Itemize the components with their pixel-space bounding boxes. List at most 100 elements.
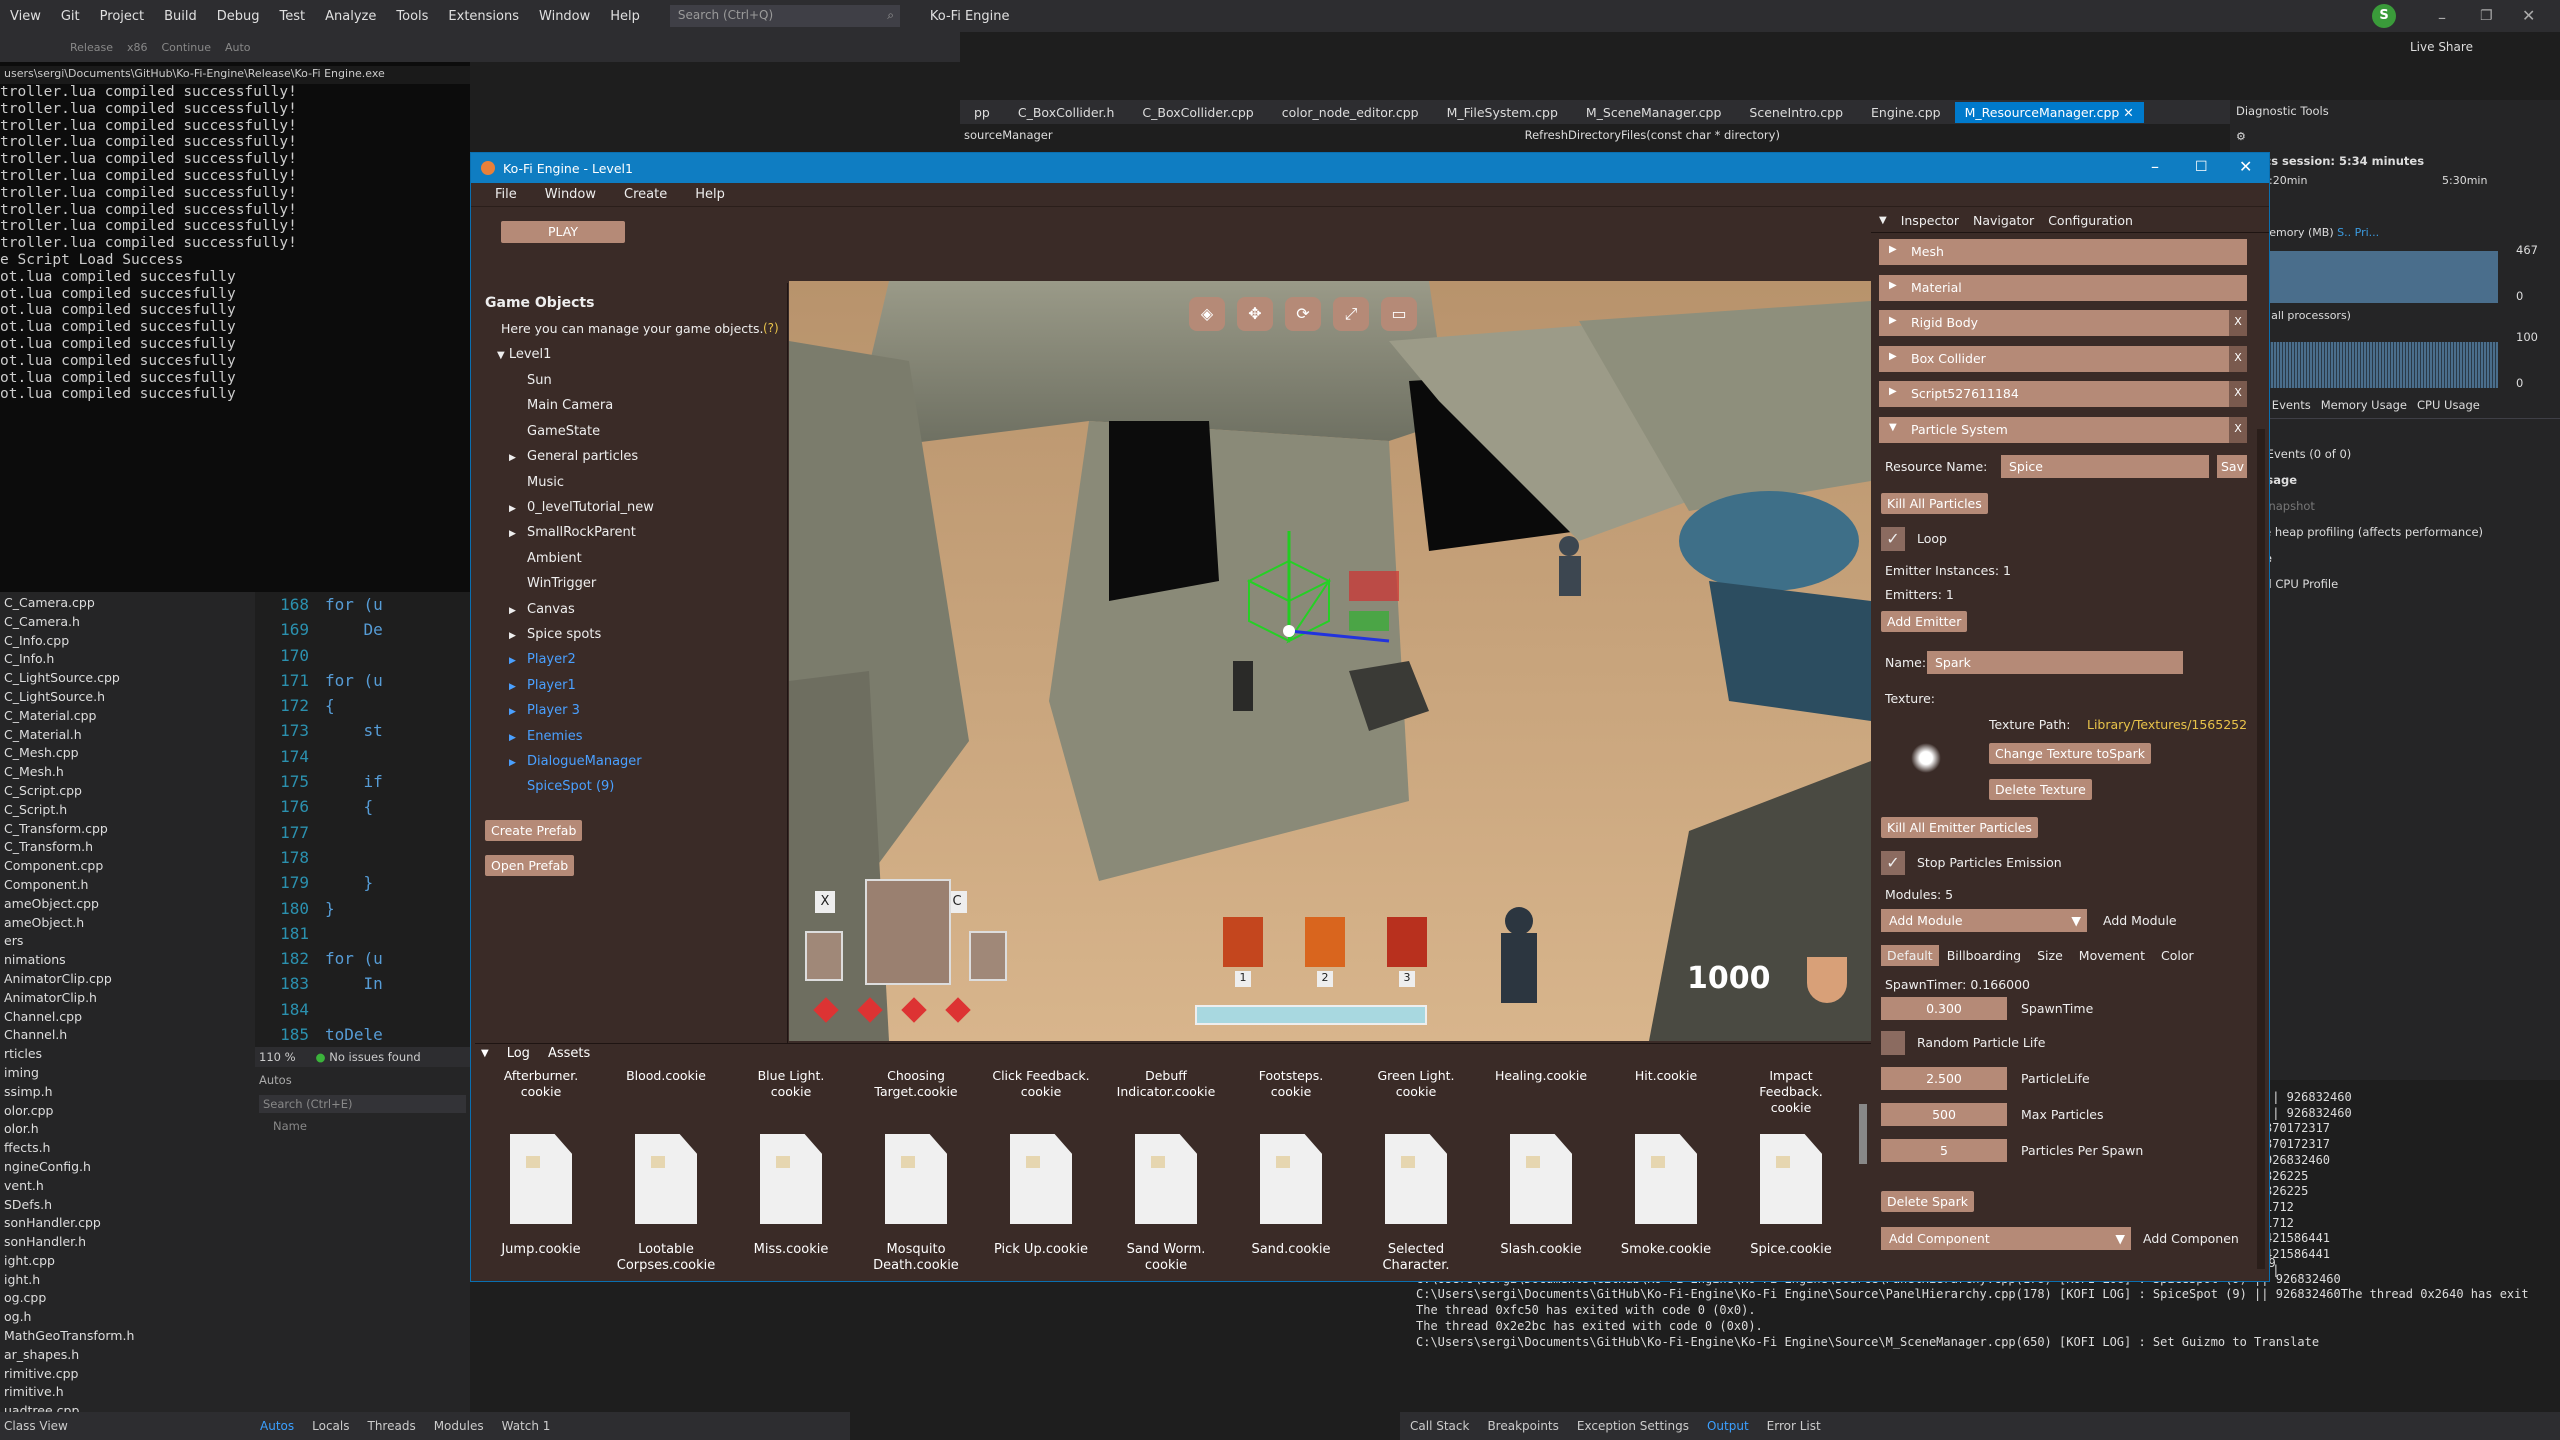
- tree-item[interactable]: ▶ Player2: [509, 652, 576, 667]
- emitter-name-input[interactable]: Spark: [1927, 651, 2183, 674]
- solution-item[interactable]: AnimatorClip.h: [0, 989, 255, 1008]
- menu-file[interactable]: File: [495, 187, 517, 202]
- tree-root[interactable]: ▼ Level1: [497, 347, 551, 362]
- tab-modules[interactable]: Modules: [434, 1419, 484, 1433]
- menu-tools[interactable]: Tools: [386, 9, 438, 24]
- menu-test[interactable]: Test: [270, 9, 316, 24]
- menu-view[interactable]: View: [0, 9, 51, 24]
- tree-item[interactable]: ▶ DialogueManager: [509, 754, 642, 769]
- component-script[interactable]: ▶ Script527611184 X: [1879, 381, 2247, 407]
- menu-debug[interactable]: Debug: [207, 9, 270, 24]
- tab-error-list[interactable]: Error List: [1767, 1419, 1821, 1433]
- component-boxcollider[interactable]: ▶ Box Collider X: [1879, 346, 2247, 372]
- solution-item[interactable]: ffects.h: [0, 1139, 255, 1158]
- maximize-icon[interactable]: ☐: [2195, 159, 2208, 175]
- play-button[interactable]: PLAY: [501, 221, 625, 243]
- solution-item[interactable]: ssimp.h: [0, 1083, 255, 1102]
- tab-file-6[interactable]: SceneIntro.cpp: [1735, 105, 1857, 120]
- asset-item[interactable]: Selected Character.: [1354, 1134, 1478, 1274]
- cube-icon[interactable]: ◈: [1189, 297, 1225, 331]
- close-icon[interactable]: ✕: [2522, 6, 2535, 25]
- component-mesh[interactable]: ▶ Mesh: [1879, 239, 2247, 265]
- resource-name-input[interactable]: Spice: [2001, 455, 2209, 478]
- remove-component-button[interactable]: X: [2229, 310, 2247, 336]
- tab-call-stack[interactable]: Call Stack: [1410, 1419, 1469, 1433]
- asset-item[interactable]: Sand Worm. cookie: [1104, 1134, 1228, 1274]
- record-cpu-button[interactable]: Record CPU Profile: [2230, 571, 2560, 597]
- continue-button[interactable]: Continue: [162, 41, 211, 54]
- minimize-icon[interactable]: –: [2151, 157, 2159, 176]
- solution-item[interactable]: Component.cpp: [0, 857, 255, 876]
- assets-scrollbar[interactable]: [1859, 1104, 1867, 1164]
- tab-file-4[interactable]: M_FileSystem.cpp: [1433, 105, 1572, 120]
- solution-item[interactable]: C_Script.h: [0, 801, 255, 820]
- solution-item[interactable]: rimitive.cpp: [0, 1365, 255, 1384]
- heap-profiling-checkbox[interactable]: Enable heap profiling (affects performan…: [2230, 519, 2560, 545]
- move-icon[interactable]: ✥: [1237, 297, 1273, 331]
- solution-item[interactable]: sonHandler.cpp: [0, 1214, 255, 1233]
- asset-label[interactable]: Healing.cookie: [1479, 1068, 1603, 1084]
- ability-slot-1[interactable]: 1: [1223, 917, 1263, 991]
- add-module-select[interactable]: Add Module ▼: [1881, 909, 2087, 932]
- tree-item[interactable]: ▶ 0_levelTutorial_new: [509, 500, 654, 515]
- tab-output[interactable]: Output: [1707, 1419, 1749, 1433]
- tree-item[interactable]: Sun: [509, 373, 552, 388]
- rotate-icon[interactable]: ⟳: [1285, 297, 1321, 331]
- platform-select[interactable]: x86: [127, 41, 148, 54]
- solution-item[interactable]: C_Mesh.h: [0, 763, 255, 782]
- menu-create[interactable]: Create: [624, 187, 667, 202]
- portrait-left[interactable]: [805, 931, 843, 981]
- scale-icon[interactable]: ⤢: [1333, 297, 1369, 331]
- tab-file-5[interactable]: M_SceneManager.cpp: [1572, 105, 1736, 120]
- show-events-link[interactable]: Show Events (0 of 0): [2230, 441, 2560, 467]
- tree-item[interactable]: WinTrigger: [509, 576, 596, 591]
- remove-component-button[interactable]: X: [2229, 381, 2247, 407]
- solution-item[interactable]: C_Material.cpp: [0, 707, 255, 726]
- menu-build[interactable]: Build: [154, 9, 207, 24]
- tab-color[interactable]: Color: [2153, 945, 2202, 966]
- asset-label[interactable]: Debuff Indicator.cookie: [1104, 1068, 1228, 1100]
- menu-help[interactable]: Help: [695, 187, 725, 202]
- tab-events[interactable]: Events: [2272, 398, 2311, 412]
- asset-item[interactable]: Spice.cookie: [1729, 1134, 1853, 1258]
- asset-label[interactable]: Click Feedback. cookie: [979, 1068, 1103, 1100]
- tab-file-active[interactable]: M_ResourceManager.cpp ✕: [1954, 101, 2144, 123]
- asset-label[interactable]: Hit.cookie: [1604, 1068, 1728, 1084]
- solution-item[interactable]: Component.h: [0, 876, 255, 895]
- tab-default[interactable]: Default: [1881, 945, 1939, 966]
- tab-memory-usage[interactable]: Memory Usage: [2321, 398, 2407, 412]
- stop-emission-checkbox[interactable]: ✓: [1881, 851, 1905, 875]
- solution-item[interactable]: Channel.h: [0, 1026, 255, 1045]
- particle-life-input[interactable]: 2.500: [1881, 1067, 2007, 1090]
- asset-label[interactable]: Impact Feedback. cookie: [1729, 1068, 1853, 1116]
- solution-item[interactable]: ight.cpp: [0, 1252, 255, 1271]
- menu-help[interactable]: Help: [600, 9, 650, 24]
- solution-item[interactable]: C_LightSource.h: [0, 688, 255, 707]
- remove-component-button[interactable]: X: [2229, 417, 2247, 443]
- tree-item[interactable]: ▶ SmallRockParent: [509, 525, 636, 540]
- delete-texture-button[interactable]: Delete Texture: [1989, 779, 2092, 800]
- asset-item[interactable]: Sand.cookie: [1229, 1134, 1353, 1258]
- open-prefab-button[interactable]: Open Prefab: [485, 855, 575, 876]
- kill-emitter-particles-button[interactable]: Kill All Emitter Particles: [1881, 817, 2038, 838]
- tab-exception-settings[interactable]: Exception Settings: [1577, 1419, 1689, 1433]
- tab-locals[interactable]: Locals: [312, 1419, 349, 1433]
- solution-item[interactable]: sonHandler.h: [0, 1233, 255, 1252]
- spawn-time-input[interactable]: 0.300: [1881, 997, 2007, 1020]
- class-view-tab[interactable]: Class View: [0, 1412, 255, 1440]
- autos-search-input[interactable]: Search (Ctrl+E): [259, 1095, 466, 1113]
- tree-item[interactable]: Ambient: [509, 551, 582, 566]
- solution-item[interactable]: C_Transform.h: [0, 838, 255, 857]
- portrait-selected[interactable]: [865, 879, 951, 985]
- user-avatar[interactable]: S: [2372, 4, 2396, 28]
- tab-threads[interactable]: Threads: [367, 1419, 415, 1433]
- close-icon[interactable]: ✕: [2239, 157, 2252, 176]
- tree-item[interactable]: SpiceSpot (9): [509, 779, 614, 794]
- tree-item[interactable]: ▶ Player 3: [509, 703, 580, 718]
- tab-file-0[interactable]: pp: [960, 105, 1004, 120]
- restore-icon[interactable]: ❐: [2480, 8, 2493, 24]
- take-snapshot-button[interactable]: Take Snapshot: [2230, 493, 2560, 519]
- solution-item[interactable]: C_Mesh.cpp: [0, 744, 255, 763]
- help-marker[interactable]: (?): [763, 321, 779, 335]
- solution-item[interactable]: olor.h: [0, 1120, 255, 1139]
